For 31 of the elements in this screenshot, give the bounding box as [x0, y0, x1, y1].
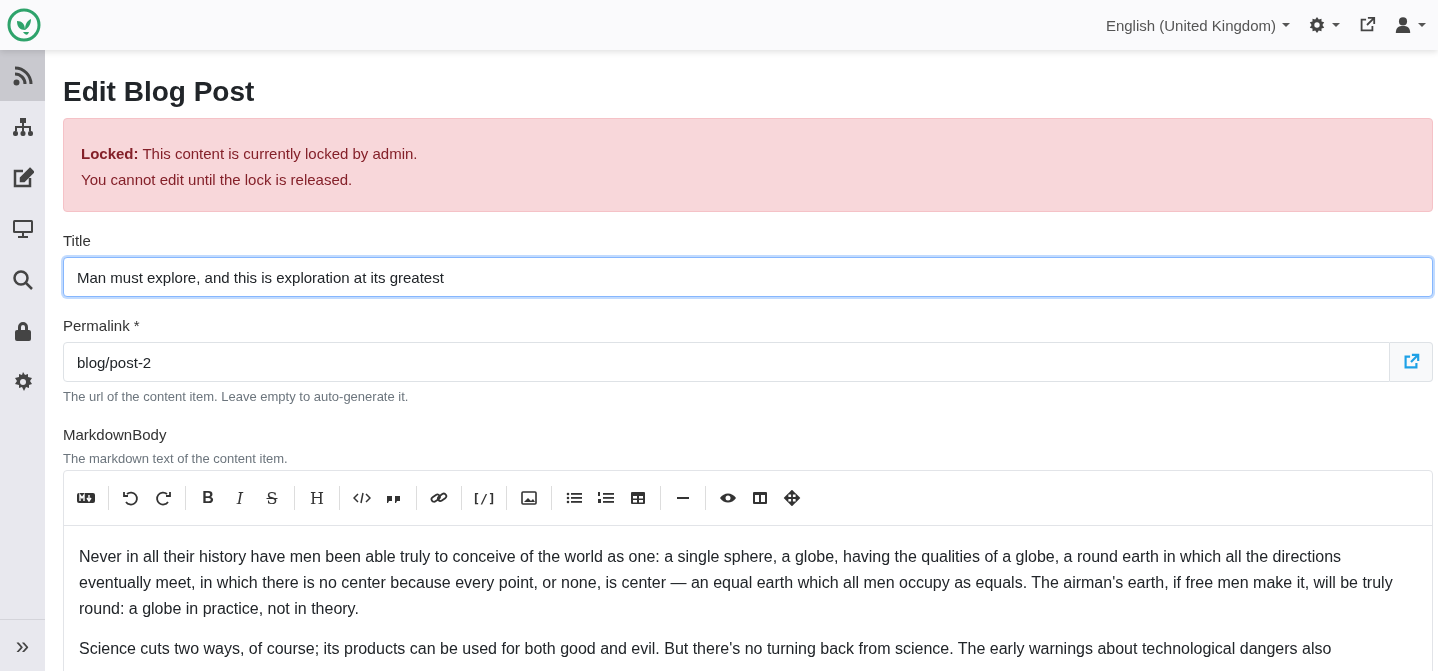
external-link-icon	[1402, 353, 1420, 371]
title-input[interactable]: Man must explore, and this is exploration at its greatest	[63, 257, 1433, 297]
italic-button[interactable]: I	[226, 484, 254, 512]
strikethrough-button[interactable]: S	[258, 484, 286, 512]
expand-sidebar-button[interactable]: »	[0, 619, 45, 671]
external-link-icon[interactable]	[1358, 16, 1376, 34]
field-label: Permalink *	[63, 317, 141, 334]
body-paragraph: Never in all their history have men been able truly to conceive of the world as one: a single sphere, a globe, having the qualities of a globe, a round earth in which all the directions eventually meet, in which there is no center because every point, or none, is center — an equal earth which all men occupy as equals. The airman's earth, if free men make it, will be truly round: a globe in practice, not in theory.	[79, 547, 1394, 619]
monitor-icon	[11, 217, 34, 240]
body-paragraph: Science cuts two ways, of course; its products can be used for both good and evil. But there's no turning back from science. The early warnings about technological dangers also	[79, 639, 1333, 659]
rss-icon	[11, 64, 34, 87]
user-dropdown[interactable]	[1394, 16, 1426, 34]
field-hint: The url of the content item. Leave empty to auto-generate it.	[63, 389, 410, 404]
permalink-input[interactable]: blog/post-2	[63, 342, 1390, 382]
open-link-button[interactable]	[1390, 342, 1433, 382]
search-icon	[11, 268, 34, 291]
alert-text: You cannot edit until the lock is released.	[81, 170, 354, 190]
heading-button[interactable]: H	[303, 484, 331, 512]
sidebar-item[interactable]	[0, 50, 45, 101]
page-title: Edit Blog Post	[63, 76, 256, 108]
alert-text: Locked: This content is currently locked by admin.	[81, 144, 419, 164]
theme-dropdown[interactable]	[1308, 16, 1340, 34]
shortcode-button[interactable]: [/]	[470, 484, 498, 512]
edit-icon	[11, 166, 34, 189]
field-label: Title	[63, 232, 92, 249]
field-label: MarkdownBody	[63, 426, 168, 443]
bold-button[interactable]: B	[194, 484, 222, 512]
leaf-logo-icon[interactable]	[7, 8, 41, 42]
sitemap-icon	[11, 115, 34, 138]
language-dropdown[interactable]: English (United Kingdom)	[1105, 16, 1290, 34]
field-hint: The markdown text of the content item.	[63, 451, 289, 466]
